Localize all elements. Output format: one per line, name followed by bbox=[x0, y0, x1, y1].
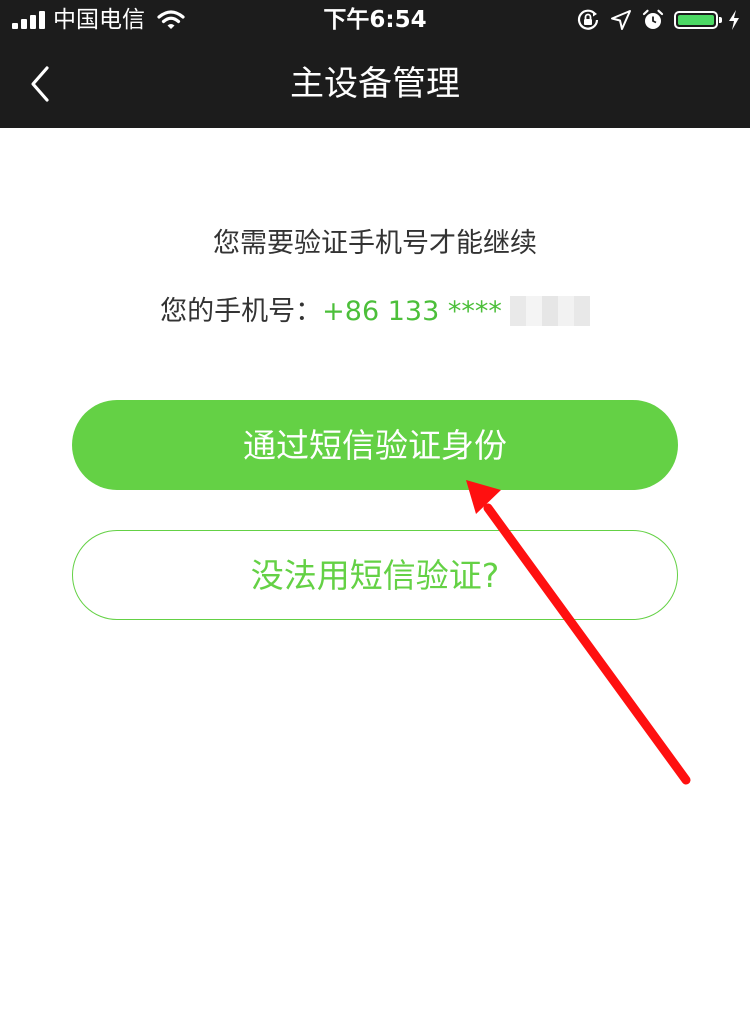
charging-icon bbox=[729, 10, 739, 30]
verify-prompt: 您需要验证手机号才能继续 bbox=[213, 228, 537, 259]
battery-cap bbox=[719, 17, 722, 23]
alarm-icon bbox=[642, 9, 664, 29]
phone-line: 您的手机号：+86 133 **** bbox=[0, 292, 750, 332]
battery-icon bbox=[674, 11, 722, 29]
location-icon bbox=[611, 10, 631, 30]
orientation-lock-icon bbox=[577, 9, 599, 30]
sms-verify-button[interactable]: 通过短信验证身份 bbox=[72, 400, 678, 490]
page-title: 主设备管理 bbox=[290, 64, 460, 104]
battery-level-fill bbox=[678, 15, 714, 25]
status-bar: 中国电信 下午6:54 bbox=[0, 0, 750, 40]
phone-number: +86 133 **** bbox=[322, 296, 502, 327]
nav-bar: 主设备管理 bbox=[0, 40, 750, 128]
status-right bbox=[576, 0, 740, 40]
cannot-sms-button[interactable]: 没法用短信验证? bbox=[72, 530, 678, 620]
phone-number-mask bbox=[509, 296, 590, 326]
phone-label: 您的手机号： bbox=[160, 296, 323, 327]
annotation-arrow bbox=[466, 480, 691, 785]
